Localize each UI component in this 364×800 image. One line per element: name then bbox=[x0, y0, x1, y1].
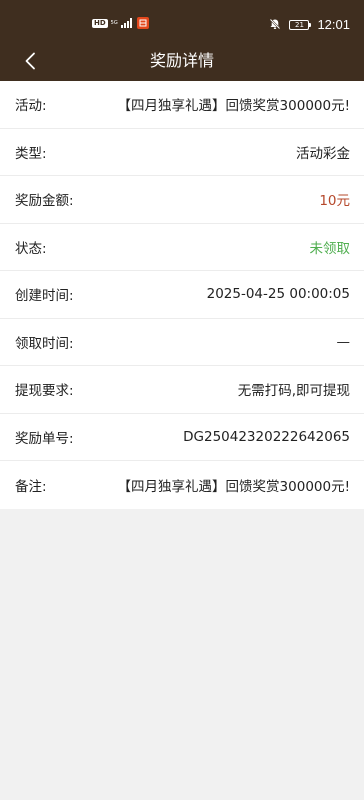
page-title: 奖励详情 bbox=[149, 51, 214, 70]
status-value: 未领取 bbox=[309, 240, 351, 257]
bell-off-icon bbox=[269, 15, 281, 34]
detail-row-activity: 活动: 【四月独享礼遇】回馈奖赏300000元! bbox=[0, 81, 364, 129]
claim-time-value: — bbox=[336, 333, 351, 350]
withdraw-requirement-value: 无需打码,即可提现 bbox=[237, 383, 350, 400]
type-label: 类型: bbox=[15, 145, 47, 162]
reward-detail-list: 活动: 【四月独享礼遇】回馈奖赏300000元! 类型: 活动彩金 奖励金额: … bbox=[0, 81, 364, 509]
detail-row-status: 状态: 未领取 bbox=[0, 224, 364, 271]
status-right-icons: 21 12:01 bbox=[269, 15, 350, 34]
detail-row-withdraw-requirement: 提现要求: 无需打码,即可提现 bbox=[0, 366, 364, 414]
battery-icon: 21 bbox=[289, 19, 312, 30]
created-time-value: 2025-04-25 00:00:05 bbox=[206, 286, 350, 303]
detail-row-remark: 备注: 【四月独享礼遇】回馈奖赏300000元! bbox=[0, 461, 364, 509]
nav-bar: 奖励详情 bbox=[0, 40, 364, 81]
detail-row-order-number: 奖励单号: DG25042320222642065 bbox=[0, 414, 364, 461]
status-left-icons: HD 5G bbox=[92, 17, 149, 29]
activity-label: 活动: bbox=[15, 98, 47, 115]
remark-value: 【四月独享礼遇】回馈奖赏300000元! bbox=[117, 478, 350, 495]
order-number-value: DG25042320222642065 bbox=[183, 428, 350, 445]
network-type: 5G bbox=[110, 19, 118, 26]
created-time-label: 创建时间: bbox=[15, 288, 74, 305]
status-bar: HD 5G 21 12:01 bbox=[0, 0, 364, 40]
app-badge-icon bbox=[136, 17, 149, 29]
status-label: 状态: bbox=[15, 240, 47, 257]
amount-value: 10元 bbox=[319, 193, 350, 210]
detail-row-type: 类型: 活动彩金 bbox=[0, 129, 364, 176]
detail-row-amount: 奖励金额: 10元 bbox=[0, 176, 364, 224]
amount-label: 奖励金额: bbox=[15, 193, 74, 210]
type-value: 活动彩金 bbox=[296, 145, 350, 162]
withdraw-requirement-label: 提现要求: bbox=[15, 383, 74, 400]
hd-badge: HD bbox=[92, 18, 108, 28]
back-button[interactable] bbox=[14, 46, 46, 76]
claim-time-label: 领取时间: bbox=[15, 335, 74, 352]
chevron-left-icon bbox=[25, 52, 35, 70]
detail-row-claim-time: 领取时间: — bbox=[0, 319, 364, 366]
detail-row-created-time: 创建时间: 2025-04-25 00:00:05 bbox=[0, 271, 364, 319]
signal-icon bbox=[120, 18, 132, 28]
activity-value: 【四月独享礼遇】回馈奖赏300000元! bbox=[117, 98, 350, 115]
clock: 12:01 bbox=[317, 17, 350, 32]
network-label: 5G bbox=[110, 19, 118, 26]
remark-label: 备注: bbox=[15, 478, 47, 495]
order-number-label: 奖励单号: bbox=[15, 430, 74, 447]
